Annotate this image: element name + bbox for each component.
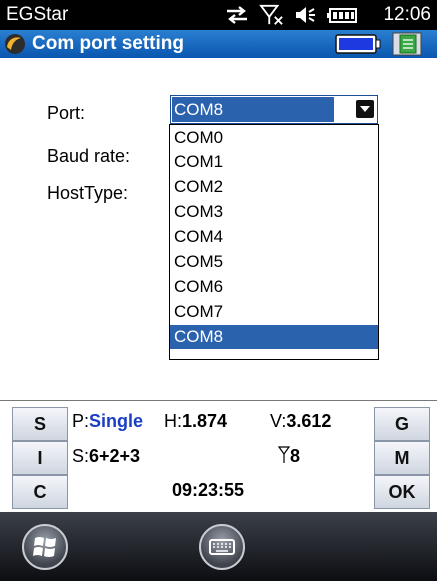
satellite-readout: S:6+2+3 xyxy=(72,446,140,467)
taskbar xyxy=(0,512,437,581)
satellite-count-value: 8 xyxy=(290,446,301,466)
port-option[interactable]: COM0 xyxy=(170,126,378,150)
port-option[interactable]: COM7 xyxy=(170,300,378,324)
port-select-value: COM8 xyxy=(172,97,334,122)
s-button[interactable]: S xyxy=(12,407,68,441)
port-option[interactable]: COM1 xyxy=(170,150,378,174)
port-option[interactable]: COM4 xyxy=(170,225,378,249)
v-value: 3.612 xyxy=(286,411,332,431)
satellite-count: 8 xyxy=(277,446,301,467)
status-panel: S I C G M OK P:Single H:1.874 V:3.612 S:… xyxy=(0,400,437,511)
position-type-readout: P:Single xyxy=(72,411,143,432)
port-select[interactable]: COM8 xyxy=(170,95,378,124)
satellite-breakdown: 6+2+3 xyxy=(89,446,141,466)
clock-value: 09:23:55 xyxy=(172,480,245,500)
battery-indicator-icon[interactable] xyxy=(334,32,382,56)
g-button[interactable]: G xyxy=(374,407,430,441)
solution-type: Single xyxy=(89,411,144,431)
port-option[interactable]: COM3 xyxy=(170,200,378,224)
port-option[interactable]: COM2 xyxy=(170,175,378,199)
status-app-name: EGStar xyxy=(6,4,69,25)
i-button[interactable]: I xyxy=(12,441,68,475)
status-time: 12:06 xyxy=(383,4,431,25)
speaker-muted-icon[interactable] xyxy=(294,4,320,26)
sync-arrows-icon[interactable] xyxy=(224,4,250,26)
port-option[interactable]: COM6 xyxy=(170,275,378,299)
port-label: Port: xyxy=(47,103,86,123)
status-bar: EGStar 12:06 xyxy=(0,0,437,30)
port-option[interactable]: COM5 xyxy=(170,250,378,274)
c-button[interactable]: C xyxy=(12,475,68,509)
s-label: S: xyxy=(72,446,90,466)
v-label: V: xyxy=(270,411,287,431)
notebook-icon[interactable] xyxy=(392,32,424,56)
h-value: 1.874 xyxy=(182,411,228,431)
ok-button[interactable]: OK xyxy=(374,475,430,509)
hosttype-label: HostType: xyxy=(47,183,129,203)
m-button[interactable]: M xyxy=(374,441,430,475)
port-option-selected[interactable]: COM8 xyxy=(170,325,378,349)
baud-rate-label: Baud rate: xyxy=(47,146,131,166)
h-readout: H:1.874 xyxy=(164,411,227,432)
windows-start-icon[interactable] xyxy=(22,524,68,570)
signal-off-icon[interactable] xyxy=(258,4,286,26)
port-dropdown-list[interactable]: COM0 COM1 COM2 COM3 COM4 COM5 COM6 COM7 … xyxy=(169,124,379,360)
p-label: P: xyxy=(72,411,90,431)
keyboard-icon[interactable] xyxy=(199,524,245,570)
page-title: Com port setting xyxy=(32,33,184,54)
antenna-icon xyxy=(277,446,291,463)
h-label: H: xyxy=(164,411,182,431)
clock-readout: 09:23:55 xyxy=(172,480,244,501)
app-icon[interactable] xyxy=(3,33,27,55)
v-readout: V:3.612 xyxy=(270,411,331,432)
battery-icon[interactable] xyxy=(327,4,361,26)
title-bar: Com port setting xyxy=(0,30,437,58)
chevron-down-icon[interactable] xyxy=(356,100,374,118)
